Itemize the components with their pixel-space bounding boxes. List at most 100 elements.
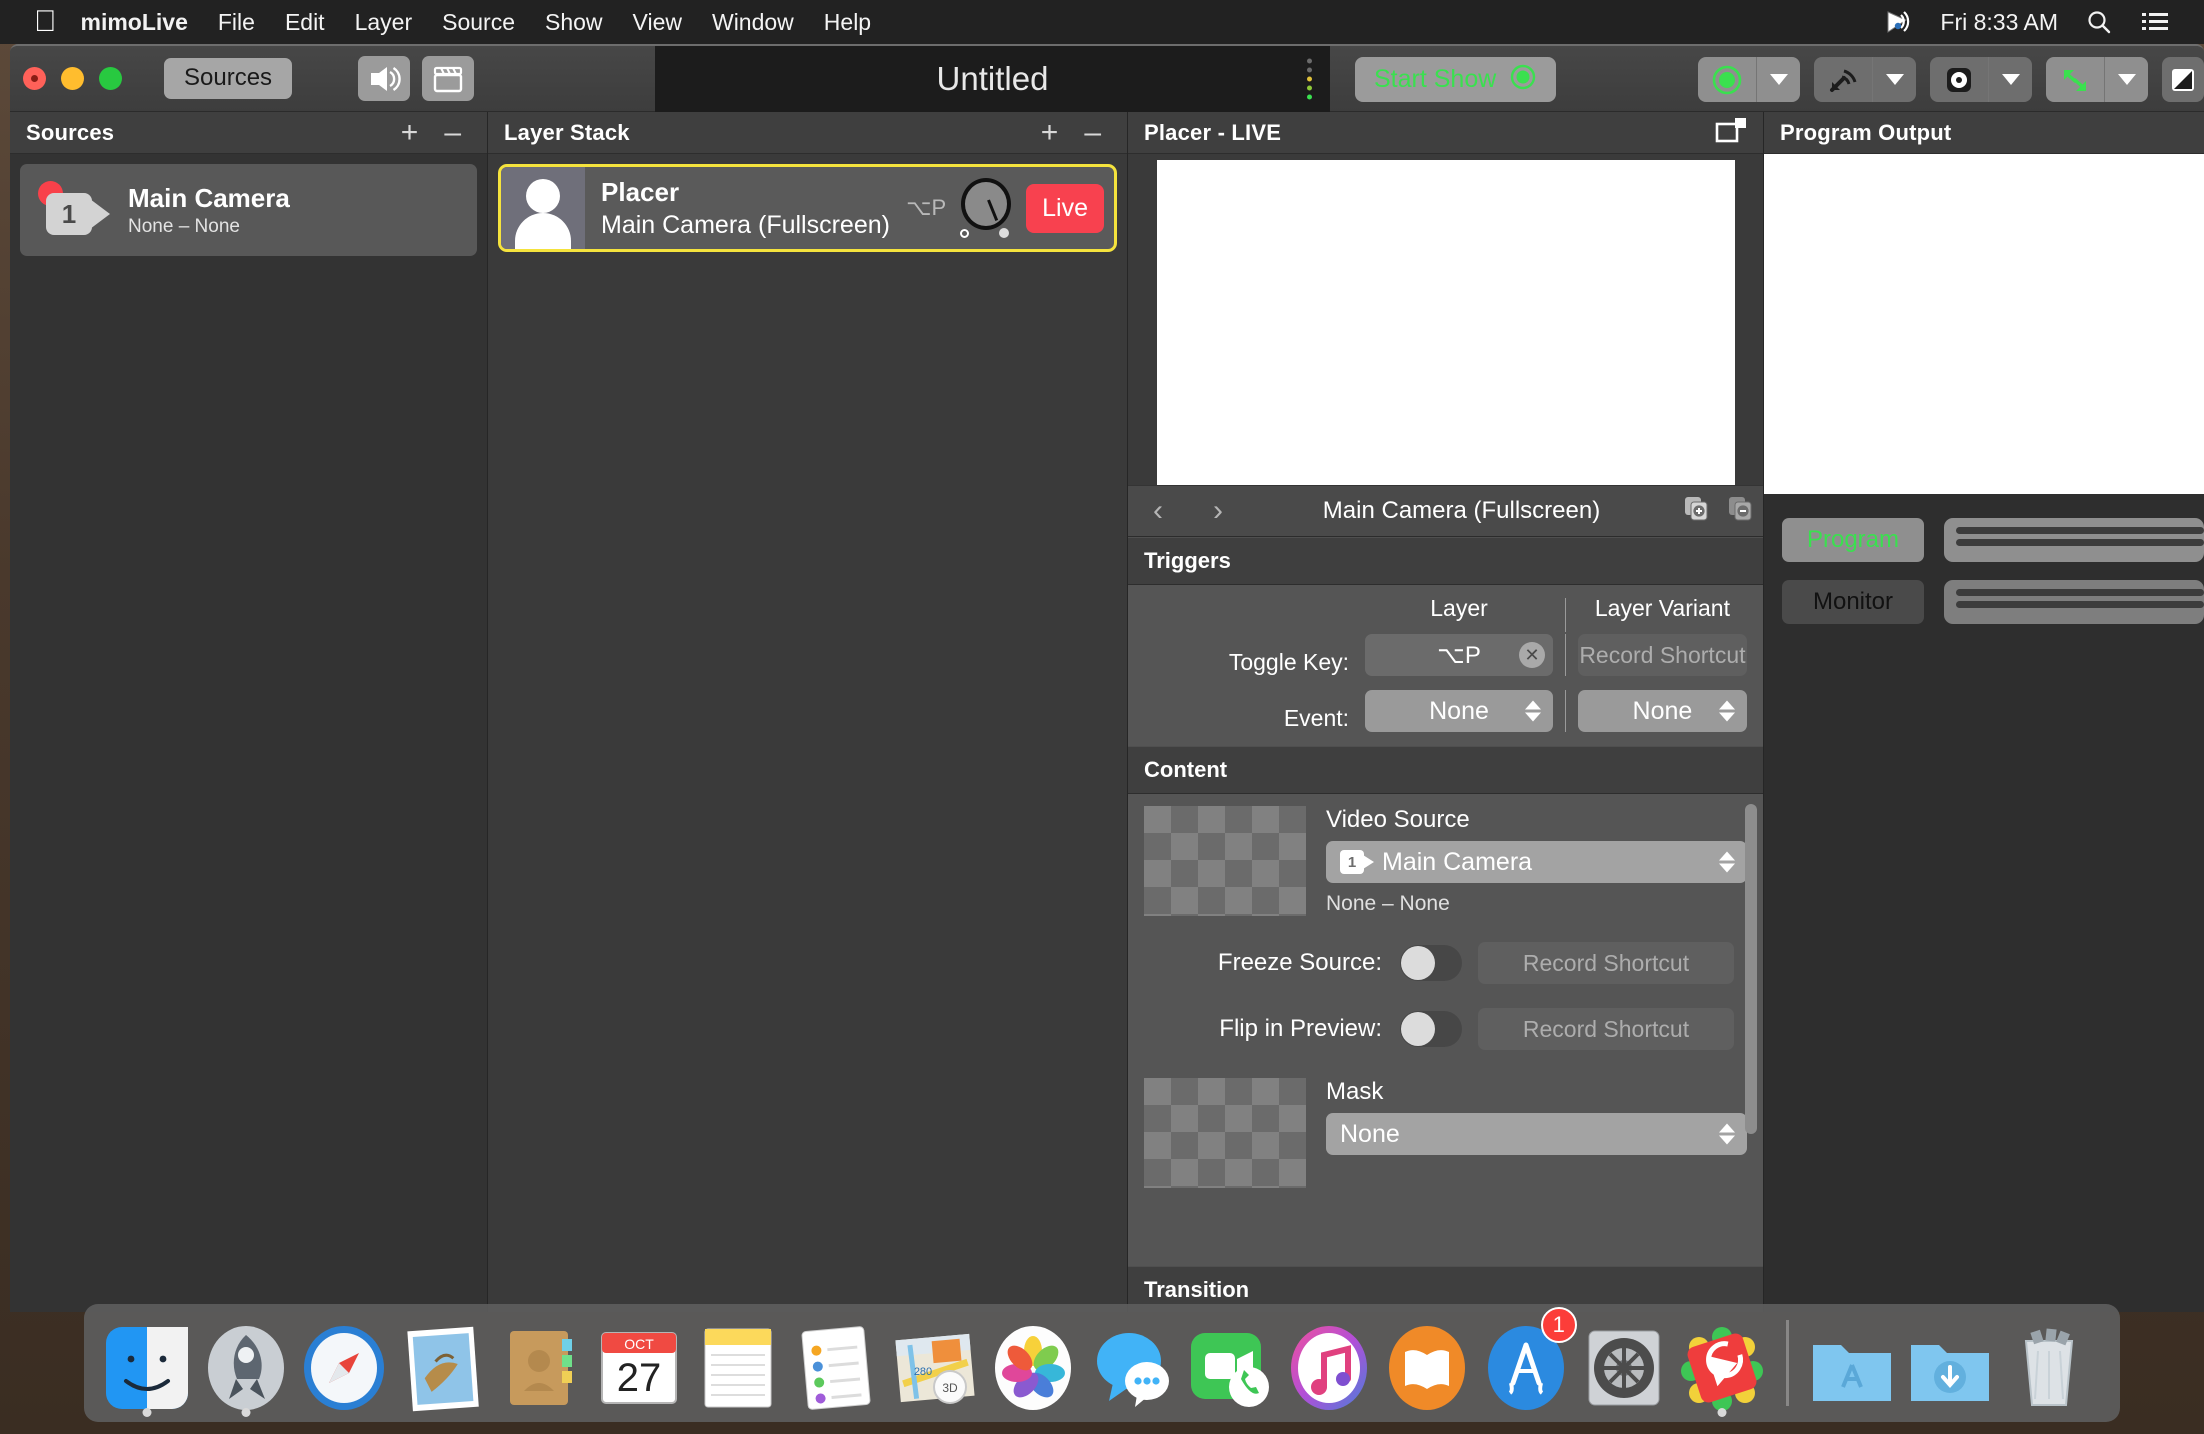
program-output-controls: Program Monitor	[1764, 494, 2204, 642]
playout-dropdown-chevron-down-icon[interactable]	[1988, 57, 2032, 102]
panel-icon[interactable]	[2162, 57, 2204, 102]
video-source-thumbnail[interactable]	[1144, 806, 1306, 916]
dock-item-system-preferences[interactable]	[1575, 1311, 1673, 1415]
quicktime-player-icon[interactable]	[1884, 7, 1914, 37]
menu-item-file[interactable]: File	[218, 9, 255, 36]
add-source-button[interactable]: +	[401, 117, 419, 147]
apple-menu-icon[interactable]: 	[34, 7, 57, 37]
menu-app-name[interactable]: mimoLive	[81, 9, 188, 36]
content-section-header[interactable]: Content	[1128, 746, 1763, 794]
dock-item-itunes[interactable]	[1279, 1311, 1377, 1415]
status-dots	[1307, 58, 1312, 100]
dock-item-mimolive[interactable]	[1673, 1311, 1771, 1417]
playout-button-group[interactable]	[1930, 57, 2032, 102]
triggers-section-header[interactable]: Triggers	[1128, 537, 1763, 585]
menu-item-edit[interactable]: Edit	[285, 9, 325, 36]
event-variant-select[interactable]: None	[1577, 690, 1747, 732]
dock-item-mail[interactable]	[393, 1311, 491, 1415]
layer-title: Placer	[601, 176, 680, 207]
placer-preview[interactable]	[1156, 160, 1735, 485]
content-scrollbar[interactable]	[1745, 804, 1757, 1134]
stream-dropdown-chevron-down-icon[interactable]	[1872, 57, 1916, 102]
dock-item-finder[interactable]	[98, 1311, 196, 1417]
minimize-button[interactable]	[61, 67, 84, 90]
dock-item-calendar[interactable]: OCT 27	[590, 1311, 688, 1415]
monitor-button[interactable]: Monitor	[1782, 580, 1924, 624]
dock-item-launchpad[interactable]	[196, 1311, 294, 1417]
dock-item-messages[interactable]	[1083, 1311, 1181, 1415]
stepper-chevrons-icon	[1524, 700, 1541, 722]
menu-bar-clock[interactable]: Fri 8:33 AM	[1940, 9, 2058, 36]
program-output-preview[interactable]	[1764, 154, 2204, 494]
dock-item-photos[interactable]	[984, 1311, 1082, 1415]
video-source-select[interactable]: 1 Main Camera	[1326, 841, 1747, 883]
program-button[interactable]: Program	[1782, 518, 1924, 562]
search-icon[interactable]	[2084, 7, 2114, 37]
fullscreen-button-group[interactable]	[2046, 57, 2148, 102]
list-item[interactable]: 1 Main Camera None – None	[20, 164, 477, 256]
fullscreen-dropdown-chevron-down-icon[interactable]	[2104, 57, 2148, 102]
previous-variant-button[interactable]: ‹	[1128, 494, 1188, 528]
window-controls	[23, 67, 122, 90]
document-title[interactable]: Untitled	[937, 60, 1049, 98]
panel-toggle-button[interactable]	[2162, 57, 2204, 102]
menu-item-source[interactable]: Source	[442, 9, 515, 36]
sources-toggle-button[interactable]: Sources	[164, 58, 293, 99]
layer-live-button[interactable]: Live	[1026, 183, 1104, 233]
dock-item-trash[interactable]	[2000, 1311, 2098, 1415]
record-dropdown-chevron-down-icon[interactable]	[1756, 57, 1800, 102]
expand-arrows-icon[interactable]	[2046, 57, 2104, 102]
layer-opacity-knob[interactable]	[958, 178, 1014, 238]
toggle-key-field[interactable]: ⌥P ✕	[1365, 634, 1553, 676]
next-variant-button[interactable]: ›	[1188, 494, 1248, 528]
detach-window-icon[interactable]	[1715, 116, 1749, 149]
program-output-title: Program Output	[1780, 119, 1952, 145]
triggers-column-headers: Layer Layer Variant	[1144, 595, 1747, 632]
mask-select[interactable]: None	[1326, 1113, 1747, 1155]
dock-item-notes[interactable]	[689, 1311, 787, 1415]
flip-preview-record-shortcut-button[interactable]: Record Shortcut	[1478, 1008, 1734, 1050]
flip-preview-toggle[interactable]	[1400, 1011, 1462, 1047]
add-variant-icon[interactable]	[1675, 495, 1719, 528]
start-show-button[interactable]: Start Show	[1355, 57, 1557, 102]
audio-mute-icon[interactable]	[358, 56, 411, 101]
dock-item-safari[interactable]	[295, 1311, 393, 1415]
mask-thumbnail[interactable]	[1144, 1078, 1306, 1188]
zoom-button[interactable]	[99, 67, 122, 90]
freeze-source-record-shortcut-button[interactable]: Record Shortcut	[1478, 942, 1734, 984]
menu-item-help[interactable]: Help	[824, 9, 871, 36]
remove-layer-button[interactable]: –	[1084, 117, 1101, 147]
dock-item-facetime[interactable]	[1181, 1311, 1279, 1415]
menu-item-window[interactable]: Window	[712, 9, 794, 36]
menu-item-view[interactable]: View	[633, 9, 682, 36]
document-title-bar[interactable]: Untitled	[655, 46, 1330, 112]
dock-item-maps[interactable]: 3D 280	[886, 1311, 984, 1415]
clapperboard-icon[interactable]	[422, 56, 475, 101]
layer-row[interactable]: Placer Main Camera (Fullscreen) ⌥P Live	[498, 164, 1117, 252]
window-toolbar: Sources Untitled Start Show	[10, 46, 2204, 112]
add-layer-button[interactable]: +	[1041, 117, 1059, 147]
remove-variant-icon[interactable]	[1719, 495, 1763, 528]
variant-record-shortcut-button[interactable]: Record Shortcut	[1577, 634, 1747, 676]
dock-item-app-store[interactable]: 1	[1476, 1307, 1577, 1415]
dock-item-contacts[interactable]	[492, 1311, 590, 1415]
stream-button-group[interactable]	[1814, 57, 1916, 102]
dock-item-applications-folder[interactable]	[1803, 1311, 1901, 1415]
camera-lens-shape	[90, 199, 110, 229]
menu-item-layer[interactable]: Layer	[355, 9, 413, 36]
record-button-group[interactable]	[1698, 57, 1800, 102]
menu-item-show[interactable]: Show	[545, 9, 603, 36]
record-circle-icon[interactable]	[1698, 57, 1756, 102]
dock-item-ibooks[interactable]	[1378, 1311, 1476, 1415]
close-button[interactable]	[23, 67, 46, 90]
event-layer-select[interactable]: None	[1365, 690, 1553, 732]
clear-shortcut-icon[interactable]: ✕	[1518, 642, 1545, 668]
dock-item-downloads-folder[interactable]	[1901, 1311, 1999, 1415]
remove-source-button[interactable]: –	[444, 117, 461, 147]
notification-center-icon[interactable]	[2140, 7, 2170, 37]
dock-item-reminders[interactable]	[787, 1311, 885, 1415]
freeze-source-toggle[interactable]	[1400, 945, 1462, 981]
playout-icon[interactable]	[1930, 57, 1988, 102]
broadcast-icon[interactable]	[1814, 57, 1872, 102]
menu-bar:  mimoLive File Edit Layer Source Show V…	[0, 0, 2204, 44]
